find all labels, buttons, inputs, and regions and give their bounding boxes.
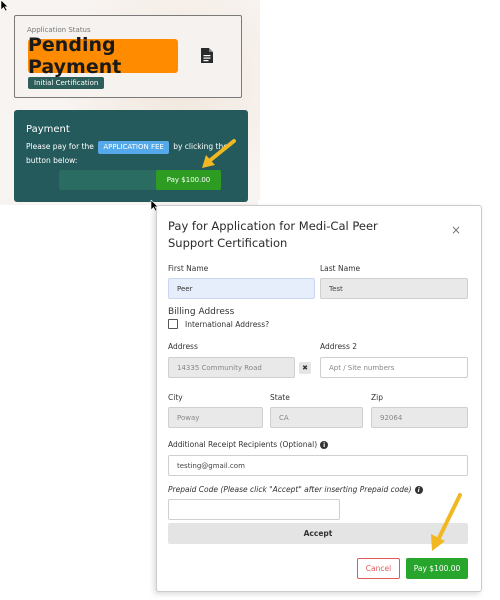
address2-input[interactable]: Apt / Site numbers [320, 357, 468, 378]
payment-card-pay-button[interactable]: Pay $100.00 [156, 170, 221, 190]
recipients-label: Additional Receipt Recipients (Optional) [168, 440, 318, 449]
first-name-label: First Name [168, 264, 209, 273]
recipients-input[interactable]: testing@gmail.com [168, 455, 468, 476]
international-address-label: International Address? [185, 320, 270, 329]
status-value: Pending Payment [28, 34, 178, 78]
billing-address-heading: Billing Address [168, 307, 235, 317]
address-label: Address [168, 342, 198, 351]
close-icon[interactable]: × [451, 223, 461, 237]
payment-title: Payment [26, 124, 70, 135]
city-label: City [168, 393, 183, 402]
document-icon[interactable] [201, 48, 213, 63]
status-label: Application Status [27, 26, 91, 34]
annotation-arrow-icon [431, 493, 462, 551]
certification-badge: Initial Certification [28, 77, 105, 89]
last-name-label: Last Name [320, 264, 361, 273]
prepaid-label: Prepaid Code (Please click "Accept" afte… [168, 485, 412, 494]
address2-label: Address 2 [320, 342, 358, 351]
recipients-label-row: Additional Receipt Recipients (Optional)… [168, 440, 329, 449]
cancel-button[interactable]: Cancel [357, 558, 400, 579]
modal-title: Pay for Application for Medi-Cal Peer Su… [168, 219, 378, 250]
info-icon[interactable]: i [320, 441, 329, 449]
zip-input[interactable]: 92064 [371, 407, 468, 428]
prepaid-label-row: Prepaid Code (Please click "Accept" afte… [168, 485, 423, 494]
first-name-input[interactable]: Peer [168, 278, 315, 299]
city-input[interactable]: Poway [168, 407, 263, 428]
last-name-input[interactable]: Test [320, 278, 468, 299]
clear-address-icon[interactable]: ✖ [299, 362, 311, 374]
application-status-card: Application Status Pending Payment Initi… [14, 15, 242, 98]
address-input[interactable]: 14335 Community Road [168, 357, 295, 378]
annotation-arrow-icon [202, 139, 236, 168]
application-fee-badge: APPLICATION FEE [98, 141, 169, 154]
state-label: State [270, 393, 290, 402]
international-address-checkbox[interactable] [168, 319, 178, 329]
info-icon[interactable]: i [414, 486, 423, 494]
prepaid-code-input[interactable] [168, 499, 340, 520]
zip-label: Zip [371, 393, 383, 402]
state-input[interactable]: CA [270, 407, 363, 428]
payment-text-before: Please pay for the [26, 142, 94, 151]
pay-button-strip [59, 170, 159, 190]
mouse-cursor-icon [0, 0, 9, 12]
pay-button[interactable]: Pay $100.00 [406, 558, 468, 579]
accept-button[interactable]: Accept [168, 523, 468, 544]
